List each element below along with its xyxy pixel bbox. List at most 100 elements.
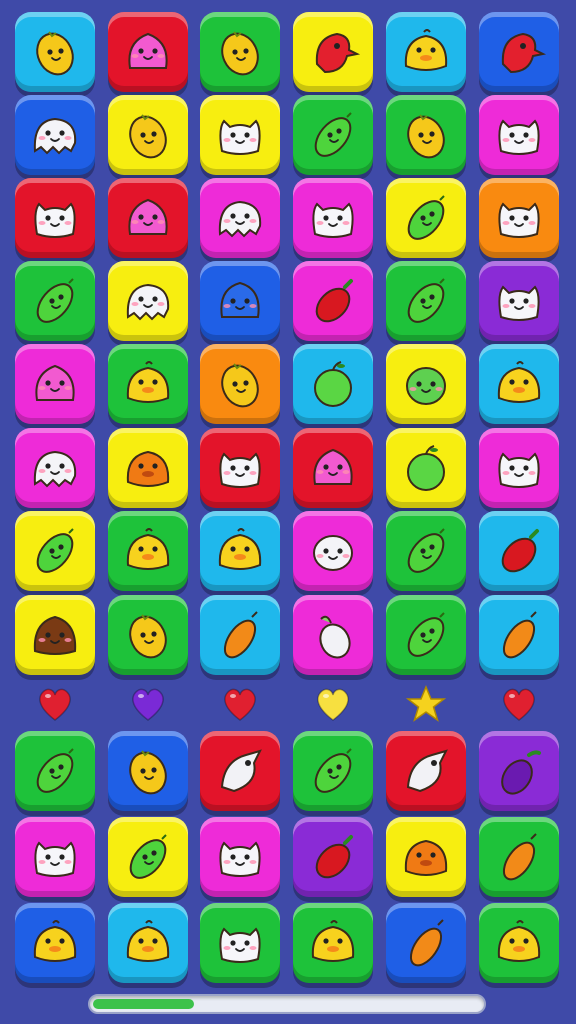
orange-chick-icon [126,450,170,487]
white-cat-icon [498,285,540,321]
tile-yellow-green-lime[interactable] [386,178,466,258]
tile-blue-blue-blob[interactable] [200,261,280,341]
tile-green-green-lime[interactable] [293,731,373,811]
tile-blue-yellow-chick[interactable] [15,903,95,983]
tile-magenta-white-eggplant[interactable] [293,595,373,675]
tile-blue-red-parrot[interactable] [479,12,559,92]
tile-cyan-red-pepper[interactable] [479,511,559,591]
tile-cyan-yellow-chick[interactable] [386,12,466,92]
yellow-lemon-icon [36,31,74,76]
tile-purple-red-pepper[interactable] [293,817,373,897]
tile-green-green-lime[interactable] [15,731,95,811]
tile-magenta-white-ghost[interactable] [15,428,95,508]
tile-cyan-green-apple[interactable] [293,344,373,424]
tile-magenta-white-cat[interactable] [200,817,280,897]
tile-green-orange-carrot[interactable] [479,817,559,897]
star-icon [405,684,447,724]
heart-icon [128,684,168,724]
white-ghost-icon [33,117,77,155]
tile-magenta-white-cat[interactable] [15,817,95,897]
tile-green-yellow-lemon[interactable] [200,12,280,92]
tile-yellow-orange-chick[interactable] [386,817,466,897]
tile-green-green-lime[interactable] [386,261,466,341]
heart-icon [35,684,75,724]
yellow-lemon-icon [407,114,445,159]
tile-cyan-orange-carrot[interactable] [200,595,280,675]
tile-blue-yellow-lemon[interactable] [108,731,188,811]
green-lime-icon [314,112,352,157]
tile-cyan-yellow-lemon[interactable] [15,12,95,92]
yellow-chick-icon [497,361,541,403]
tile-blue-orange-carrot[interactable] [386,903,466,983]
tile-yellow-green-lime[interactable] [108,817,188,897]
yellow-chick-icon [33,920,77,962]
tile-green-yellow-chick[interactable] [108,344,188,424]
tile-red-white-bird[interactable] [386,731,466,811]
tile-green-yellow-chick[interactable] [479,903,559,983]
tile-green-yellow-chick[interactable] [108,511,188,591]
pink-blob-icon [35,364,75,401]
tile-yellow-green-apple[interactable] [386,428,466,508]
white-cat-icon [498,452,540,488]
yellow-chick-icon [126,920,170,962]
yellow-lemon-icon [129,614,167,659]
tile-cyan-yellow-chick[interactable] [200,511,280,591]
tile-magenta-white-cat[interactable] [479,428,559,508]
tile-red-white-bird[interactable] [200,731,280,811]
white-cat-icon [34,202,76,238]
tile-green-yellow-lemon[interactable] [386,95,466,175]
tile-magenta-pink-blob[interactable] [15,344,95,424]
tile-cyan-yellow-chick[interactable] [108,903,188,983]
red-pepper-icon [315,835,353,879]
tile-yellow-white-ghost[interactable] [108,261,188,341]
tile-magenta-white-ghost[interactable] [200,178,280,258]
tile-green-yellow-chick[interactable] [293,903,373,983]
tile-green-green-lime[interactable] [293,95,373,175]
tile-yellow-green-blob[interactable] [386,344,466,424]
white-eggplant-icon [319,615,351,659]
green-lime-icon [129,834,167,879]
tile-magenta-red-pepper[interactable] [293,261,373,341]
green-apple-icon [407,445,445,491]
tile-yellow-orange-chick[interactable] [108,428,188,508]
yellow-chick-icon [497,920,541,962]
tile-red-white-cat[interactable] [15,178,95,258]
orange-carrot-icon [502,611,537,659]
white-cat-icon [498,119,540,155]
tile-red-pink-blob[interactable] [108,178,188,258]
green-blob-icon [406,367,446,405]
tile-orange-yellow-lemon[interactable] [200,344,280,424]
white-cat-icon [219,452,261,488]
orange-chick-icon [404,839,448,876]
tile-cyan-yellow-chick[interactable] [479,344,559,424]
tile-magenta-white-cat[interactable] [479,95,559,175]
tile-cyan-orange-carrot[interactable] [479,595,559,675]
white-ghost-icon [126,283,170,321]
tile-magenta-white-blob[interactable] [293,511,373,591]
yellow-lemon-icon [129,114,167,159]
green-lime-icon [407,612,445,657]
tile-blue-white-ghost[interactable] [15,95,95,175]
tile-yellow-brown-coconut[interactable] [15,595,95,675]
white-bird-icon [406,749,448,793]
tile-yellow-green-lime[interactable] [15,511,95,591]
tile-purple-purple-eggplant[interactable] [479,731,559,811]
tile-red-pink-blob[interactable] [108,12,188,92]
tile-green-green-lime[interactable] [15,261,95,341]
red-pepper-icon [501,529,539,573]
tile-green-green-lime[interactable] [386,511,466,591]
tile-yellow-red-parrot[interactable] [293,12,373,92]
tile-green-green-lime[interactable] [386,595,466,675]
tile-red-white-cat[interactable] [200,428,280,508]
tile-red-pink-blob[interactable] [293,428,373,508]
tile-orange-white-cat[interactable] [479,178,559,258]
yellow-chick-icon [218,528,262,570]
tile-purple-white-cat[interactable] [479,261,559,341]
heart-icon [313,684,353,724]
tile-magenta-white-cat[interactable] [293,178,373,258]
pink-blob-icon [128,32,168,69]
tile-green-white-cat[interactable] [200,903,280,983]
tile-yellow-yellow-lemon[interactable] [108,95,188,175]
tile-green-yellow-lemon[interactable] [108,595,188,675]
tile-yellow-white-cat[interactable] [200,95,280,175]
